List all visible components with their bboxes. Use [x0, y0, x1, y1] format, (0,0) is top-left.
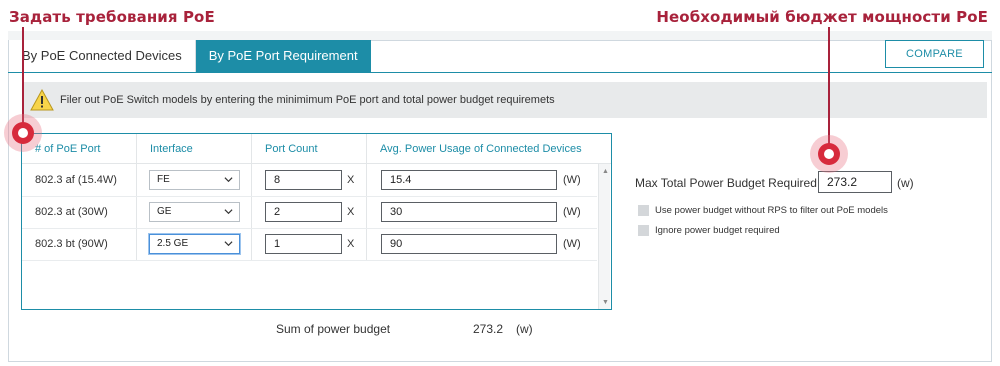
- option-label: Ignore power budget required: [655, 225, 780, 236]
- max-power-budget-unit: (w): [897, 176, 914, 190]
- tab-by-poe-connected-devices[interactable]: By PoE Connected Devices: [9, 40, 196, 72]
- avg-power-input[interactable]: 90: [381, 234, 557, 254]
- table-row: 802.3 at (30W) GE 2 X 30 (W): [22, 197, 597, 229]
- multiply-sign: X: [347, 238, 355, 250]
- header-avg-power: Avg. Power Usage of Connected Devices: [380, 143, 582, 155]
- table-scrollbar[interactable]: ▲ ▼: [598, 164, 610, 309]
- tab-by-poe-port-requirement[interactable]: By PoE Port Requirement: [195, 40, 371, 72]
- table-header: # of PoE Port Interface Port Count Avg. …: [22, 134, 611, 164]
- tab-bar: By PoE Connected Devices By PoE Port Req…: [9, 40, 371, 72]
- checkbox[interactable]: [638, 225, 649, 236]
- chevron-down-icon: [224, 241, 233, 247]
- watt-unit: (W): [563, 238, 581, 250]
- sum-power-budget-unit: (w): [516, 322, 533, 336]
- hotspot-marker-left: [4, 114, 42, 152]
- poe-port-type: 802.3 bt (90W): [35, 238, 108, 250]
- option-ignore-power-budget[interactable]: Ignore power budget required: [638, 225, 780, 236]
- callout-set-poe-requirements: Задать требования PoE: [9, 8, 215, 26]
- max-power-budget-label: Max Total Power Budget Required: [635, 176, 817, 190]
- option-label: Use power budget without RPS to filter o…: [655, 205, 888, 216]
- compare-button[interactable]: COMPARE: [885, 40, 984, 68]
- port-count-input[interactable]: 1: [265, 234, 342, 254]
- sum-power-budget-label: Sum of power budget: [276, 322, 391, 336]
- tab-underline: [8, 72, 992, 73]
- multiply-sign: X: [347, 206, 355, 218]
- option-use-budget-without-rps[interactable]: Use power budget without RPS to filter o…: [638, 205, 888, 216]
- poe-requirements-table: # of PoE Port Interface Port Count Avg. …: [21, 133, 612, 310]
- watt-unit: (W): [563, 206, 581, 218]
- chevron-down-icon: [224, 209, 233, 215]
- sum-power-budget-value: 273.2: [473, 322, 504, 336]
- interface-value: FE: [157, 174, 170, 185]
- notice-bar: Filer out PoE Switch models by entering …: [22, 82, 987, 118]
- poe-port-type: 802.3 af (15.4W): [35, 174, 117, 186]
- scroll-down-arrow-icon[interactable]: ▼: [602, 299, 609, 306]
- scroll-up-arrow-icon[interactable]: ▲: [602, 168, 609, 175]
- warning-icon: [30, 89, 54, 111]
- interface-select[interactable]: FE: [149, 170, 240, 190]
- checkbox[interactable]: [638, 205, 649, 216]
- header-interface: Interface: [150, 143, 193, 155]
- max-power-budget-input[interactable]: 273.2: [818, 171, 892, 193]
- watt-unit: (W): [563, 174, 581, 186]
- header-port-count: Port Count: [265, 143, 318, 155]
- interface-value: GE: [157, 206, 172, 217]
- port-count-input[interactable]: 2: [265, 202, 342, 222]
- header-poe-port: # of PoE Port: [35, 143, 101, 155]
- multiply-sign: X: [347, 174, 355, 186]
- interface-select[interactable]: GE: [149, 202, 240, 222]
- notice-text: Filer out PoE Switch models by entering …: [60, 94, 555, 106]
- table-row: 802.3 bt (90W) 2.5 GE 1 X 90 (W): [22, 229, 597, 261]
- interface-value: 2.5 GE: [157, 238, 189, 249]
- port-count-input[interactable]: 8: [265, 170, 342, 190]
- avg-power-input[interactable]: 15.4: [381, 170, 557, 190]
- table-row: 802.3 af (15.4W) FE 8 X 15.4 (W): [22, 165, 597, 197]
- hotspot-marker-right: [810, 135, 848, 173]
- callout-poe-power-budget: Необходимый бюджет мощности PoE: [656, 8, 988, 26]
- interface-select[interactable]: 2.5 GE: [149, 234, 240, 254]
- chevron-down-icon: [224, 177, 233, 183]
- poe-port-type: 802.3 at (30W): [35, 206, 108, 218]
- avg-power-input[interactable]: 30: [381, 202, 557, 222]
